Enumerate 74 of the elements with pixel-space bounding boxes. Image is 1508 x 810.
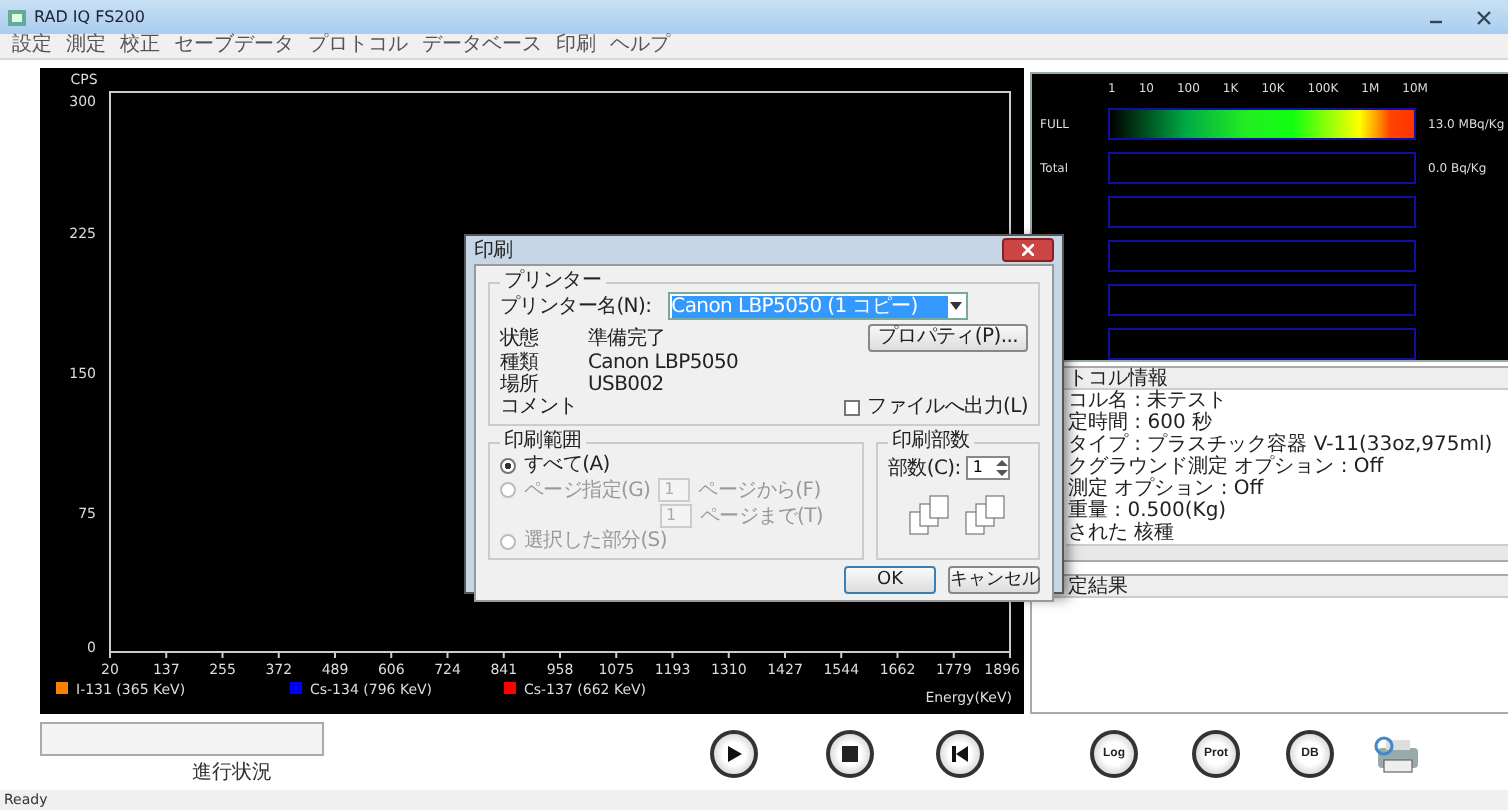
menu-item[interactable]: 印刷: [556, 34, 596, 58]
stop-icon: [840, 744, 860, 764]
info-line: タイプ : プラスチック容器 V-11(33oz,975ml): [1068, 434, 1495, 456]
info-line: コル名 : 未テスト: [1068, 390, 1230, 412]
detail-value: USB002: [588, 374, 666, 396]
detail-label: 場所: [500, 374, 541, 396]
axis-tick: [840, 651, 843, 659]
menu-item[interactable]: ヘルプ: [610, 34, 670, 58]
print-preview-button[interactable]: [1370, 732, 1422, 776]
detail-label: 種類: [500, 352, 541, 374]
axis-tick: [952, 651, 955, 659]
menu-item[interactable]: データベース: [422, 34, 542, 58]
app-icon: [8, 9, 26, 25]
progress-label: 進行状況: [192, 762, 272, 786]
axis-tick: [502, 651, 505, 659]
axis-tick: [334, 651, 336, 659]
checkbox[interactable]: [843, 399, 860, 415]
detail-value: 準備完了: [588, 327, 668, 349]
close-icon: [1022, 244, 1034, 256]
axis-tick: [390, 651, 393, 659]
skip-back-icon: [950, 744, 970, 764]
dropdown-arrow-icon: [947, 298, 964, 314]
detail-label: 状態: [500, 327, 541, 349]
info-line: 測定 オプション : Off: [1068, 478, 1266, 500]
play-button[interactable]: [710, 730, 758, 778]
dialog-title: 印刷: [474, 237, 515, 264]
group-title: プリンター: [502, 272, 604, 292]
horizontal-scrollbar[interactable]: [1066, 544, 1508, 560]
axis-tick: [165, 651, 168, 659]
detail-value: Canon LBP5050: [588, 352, 741, 374]
checkbox-label: ファイルへ出力(L): [867, 396, 1028, 418]
axis-tick: [277, 651, 280, 659]
menu-item[interactable]: 測定: [66, 34, 106, 58]
axis-tick: [615, 651, 618, 659]
axis-tick: [671, 651, 674, 659]
axis-tick: [446, 651, 449, 659]
rewind-button[interactable]: [936, 730, 984, 778]
menu-item[interactable]: プロトコル: [308, 34, 408, 58]
axis-tick: [727, 651, 730, 659]
close-button[interactable]: [1002, 238, 1054, 262]
axis-tick: [221, 651, 224, 659]
radio-button[interactable]: [500, 457, 516, 473]
window-title: RAD IQ FS200: [34, 8, 147, 26]
menu-item[interactable]: セーブデータ: [174, 34, 294, 58]
axis-tick: [1009, 651, 1011, 659]
stop-button[interactable]: [826, 730, 874, 778]
axis-tick: [109, 651, 111, 659]
properties-button[interactable]: プロパティ(P)...: [867, 324, 1028, 352]
field-label: ページまで(T): [700, 505, 824, 527]
menu-item[interactable]: 設定: [12, 34, 52, 58]
radio-label: 選択した部分(S): [524, 530, 667, 552]
printer-icon: [1370, 732, 1422, 776]
ok-button[interactable]: OK: [844, 566, 936, 594]
info-line: 重量 : 0.500(Kg): [1068, 500, 1229, 522]
field-label: ページから(F): [698, 479, 821, 501]
cancel-button[interactable]: キャンセル: [948, 566, 1040, 594]
axis-tick: [896, 651, 899, 659]
detail-label: コメント: [500, 396, 580, 418]
play-icon: [724, 744, 744, 764]
info-line: 定時間 : 600 秒: [1068, 412, 1214, 434]
close-icon: [1476, 9, 1492, 25]
group-title: 印刷部数: [890, 432, 972, 452]
info-line: クグラウンド測定 オプション : Off: [1068, 456, 1386, 478]
menu-item[interactable]: 校正: [120, 34, 160, 58]
copies-spinner[interactable]: 1: [966, 456, 1011, 480]
radio-label: ページ指定(G): [524, 479, 651, 501]
axis-tick: [559, 651, 561, 659]
group-title: 印刷範囲: [502, 432, 584, 452]
info-line: された 核種: [1068, 522, 1177, 544]
field-label: 部数(C):: [888, 457, 961, 479]
axis-tick: [784, 651, 786, 659]
spinner-arrows-icon: [996, 458, 1009, 478]
radio-label: すべて(A): [524, 454, 610, 476]
field-label: プリンター名(N):: [500, 295, 652, 317]
